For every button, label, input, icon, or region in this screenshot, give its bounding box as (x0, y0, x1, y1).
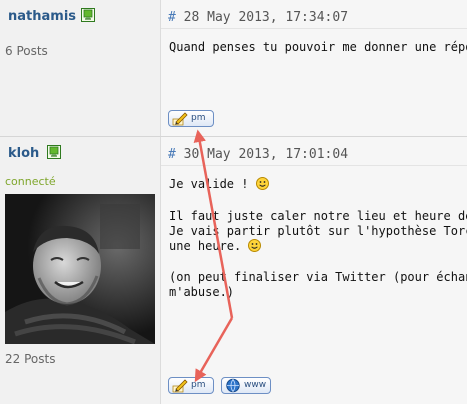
post-body-line: Je valide ! (169, 177, 256, 191)
post-body-line: Quand penses tu pouvoir me donner une ré… (169, 40, 467, 54)
www-button[interactable]: www (221, 377, 271, 394)
forum-thread: nathamis 6 Posts # 28 May 2013, 17:34:07… (0, 0, 467, 404)
post-body-line: (on peut finaliser via Twitter (pour éch… (169, 270, 467, 284)
online-status-icon (47, 145, 61, 159)
author-name-link[interactable]: kloh (8, 146, 39, 161)
permalink-hash[interactable]: # (168, 10, 176, 25)
post-body-line: Je vais partir plutôt sur l'hypothèse To… (169, 224, 467, 238)
post-body: Je valide ! (169, 177, 269, 192)
post-body: (on peut finaliser via Twitter (pour éch… (169, 270, 467, 285)
smiley-icon (255, 177, 269, 190)
pm-button-label: pm (191, 113, 206, 123)
pm-button-label: pm (191, 380, 206, 390)
author-name-link[interactable]: nathamis (8, 9, 76, 24)
post-body: m'abuse.) (169, 285, 234, 300)
post-body: Quand penses tu pouvoir me donner une ré… (169, 40, 467, 55)
post-content: # 28 May 2013, 17:34:07 Quand penses tu … (161, 0, 467, 137)
posts-count: 6 Posts (5, 44, 48, 58)
post-kloh: kloh connecté 22 Posts # 30 May 2013, 17… (0, 136, 467, 404)
post-date: # 30 May 2013, 17:01:04 (168, 147, 348, 162)
post-date: # 28 May 2013, 17:34:07 (168, 10, 348, 25)
pm-button[interactable]: pm (168, 377, 214, 394)
post-date-text: 28 May 2013, 17:34:07 (183, 10, 349, 25)
avatar[interactable] (5, 194, 155, 344)
permalink-hash[interactable]: # (168, 147, 176, 162)
online-status-text: connecté (5, 175, 56, 188)
globe-icon (226, 378, 240, 393)
author-column: nathamis 6 Posts (0, 0, 161, 137)
post-body: Je vais partir plutôt sur l'hypothèse To… (169, 224, 467, 239)
pencil-message-icon (172, 379, 188, 393)
smiley-icon (248, 239, 262, 252)
avatar-photo (5, 194, 155, 344)
date-separator (161, 165, 467, 166)
author-column: kloh connecté 22 Posts (0, 137, 161, 404)
post-nathamis: nathamis 6 Posts # 28 May 2013, 17:34:07… (0, 0, 467, 137)
post-content: # 30 May 2013, 17:01:04 Je valide ! Il f… (161, 137, 467, 404)
www-button-label: www (244, 380, 267, 390)
date-separator (161, 28, 467, 29)
pencil-message-icon (172, 112, 188, 126)
post-body-line: une heure. (169, 239, 249, 253)
pm-button[interactable]: pm (168, 110, 214, 127)
online-status-icon (81, 8, 95, 22)
post-body-line: Il faut juste caler notre lieu et heure … (169, 209, 467, 223)
post-body: Il faut juste caler notre lieu et heure … (169, 209, 467, 224)
post-date-text: 30 May 2013, 17:01:04 (183, 147, 349, 162)
posts-count: 22 Posts (5, 352, 56, 366)
post-body: une heure. (169, 239, 262, 254)
post-body-line: m'abuse.) (169, 285, 235, 299)
